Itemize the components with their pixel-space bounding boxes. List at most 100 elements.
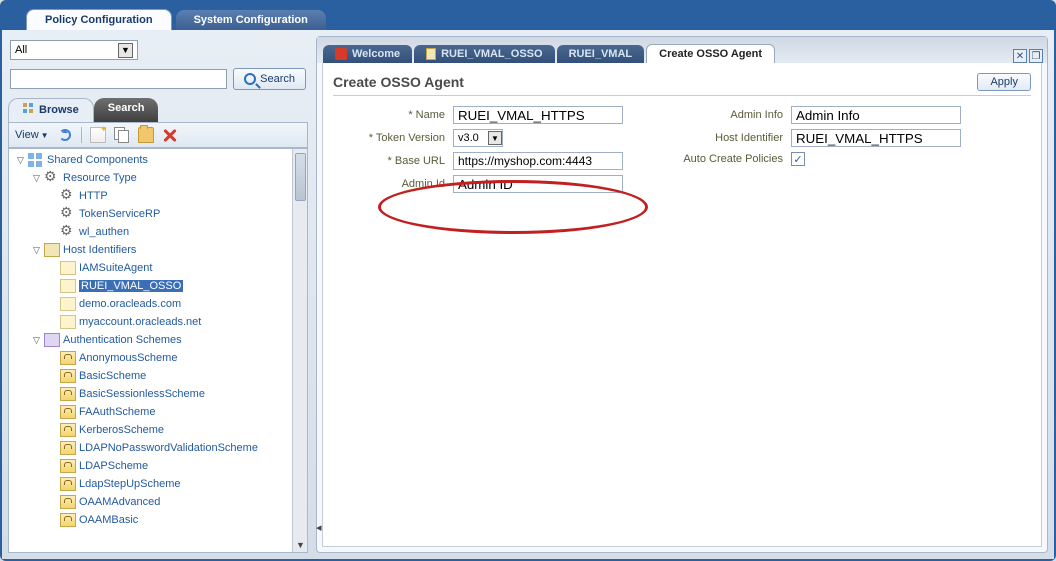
- panel-splitter-icon[interactable]: [316, 521, 326, 541]
- tree-node-resource-type[interactable]: ▽Resource Type: [11, 169, 292, 187]
- tree-node-ldapnopasswordvalidationscheme[interactable]: LDAPNoPasswordValidationScheme: [11, 439, 292, 457]
- view-menu[interactable]: View ▼: [15, 129, 49, 141]
- subtab-browse[interactable]: Browse: [8, 98, 94, 122]
- tree-node-basicsessionlessscheme[interactable]: BasicSessionlessScheme: [11, 385, 292, 403]
- maximize-icon[interactable]: ❐: [1029, 49, 1043, 63]
- open-folder-icon[interactable]: [138, 127, 154, 143]
- browse-toolbar: View ▼: [8, 122, 308, 148]
- auto-create-policies-checkbox[interactable]: ✓: [791, 152, 805, 166]
- auth-icon: [44, 333, 60, 347]
- search-button[interactable]: Search: [233, 68, 306, 90]
- tree-node-faauthscheme[interactable]: FAAuthScheme: [11, 403, 292, 421]
- host-identifier-input[interactable]: [791, 129, 961, 147]
- tab-ruei-vmal-osso[interactable]: RUEI_VMAL_OSSO: [414, 45, 554, 63]
- left-panel: All ▼ Search Browse Search View ▼: [8, 36, 308, 553]
- page-icon: [426, 48, 436, 60]
- scheme-icon: [60, 405, 76, 419]
- tree-node-label: BasicScheme: [79, 370, 146, 382]
- collapse-icon[interactable]: ▽: [15, 155, 26, 166]
- scheme-icon: [60, 513, 76, 527]
- tree-node-demo-oracleads-com[interactable]: demo.oracleads.com: [11, 295, 292, 313]
- leaf-icon: [60, 261, 76, 275]
- scheme-icon: [60, 423, 76, 437]
- tree-container: ▽Shared Components▽Resource Type HTTP Toke…: [8, 148, 308, 553]
- leaf-icon: [60, 297, 76, 311]
- scheme-icon: [60, 477, 76, 491]
- tree-node-tokenservicerp[interactable]: TokenServiceRP: [11, 205, 292, 223]
- tree-node-label: LDAPScheme: [79, 460, 148, 472]
- expand-spacer: [47, 263, 58, 274]
- tab-welcome[interactable]: Welcome: [323, 45, 412, 63]
- top-tabs: Policy Configuration System Configuratio…: [2, 2, 1054, 30]
- tree-node-label: wl_authen: [79, 226, 129, 238]
- expand-spacer: [47, 191, 58, 202]
- scroll-thumb[interactable]: [295, 153, 306, 201]
- delete-icon[interactable]: [162, 127, 178, 143]
- filter-scope-dropdown[interactable]: All ▼: [10, 40, 138, 60]
- refresh-icon[interactable]: [57, 127, 73, 143]
- tree-node-host-identifiers[interactable]: ▽ Host Identifiers: [11, 241, 292, 259]
- expand-spacer: [47, 515, 58, 526]
- tree-node-iamsuiteagent[interactable]: IAMSuiteAgent: [11, 259, 292, 277]
- chevron-down-icon: ▼: [118, 43, 133, 58]
- tree-node-ldapscheme[interactable]: LDAPScheme: [11, 457, 292, 475]
- new-icon[interactable]: [90, 127, 106, 143]
- duplicate-icon[interactable]: [114, 127, 130, 143]
- tree-node-label: myaccount.oracleads.net: [79, 316, 201, 328]
- tab-system-configuration[interactable]: System Configuration: [176, 10, 326, 30]
- tree-node-label: TokenServiceRP: [79, 208, 160, 220]
- tree-node-wl-authen[interactable]: wl_authen: [11, 223, 292, 241]
- expand-spacer: [47, 425, 58, 436]
- tree-node-http[interactable]: HTTP: [11, 187, 292, 205]
- apply-button[interactable]: Apply: [977, 73, 1031, 91]
- tree-node-kerberosscheme[interactable]: KerberosScheme: [11, 421, 292, 439]
- scheme-icon: [60, 459, 76, 473]
- search-icon: [244, 73, 256, 85]
- tree-node-label: OAAMBasic: [79, 514, 138, 526]
- tree-node-myaccount-oracleads-net[interactable]: myaccount.oracleads.net: [11, 313, 292, 331]
- base-url-input[interactable]: [453, 152, 623, 170]
- expand-spacer: [47, 299, 58, 310]
- filter-scope-value: All: [15, 44, 27, 56]
- tree-node-shared-components[interactable]: ▽Shared Components: [11, 151, 292, 169]
- collapse-icon[interactable]: ▽: [31, 173, 42, 184]
- scroll-down-icon[interactable]: ▼: [293, 537, 308, 552]
- collapse-icon[interactable]: ▽: [31, 245, 42, 256]
- expand-spacer: [47, 209, 58, 220]
- tree-node-label: FAAuthScheme: [79, 406, 155, 418]
- tab-ruei-vmal[interactable]: RUEI_VMAL: [557, 45, 645, 63]
- tab-policy-configuration[interactable]: Policy Configuration: [26, 9, 172, 30]
- search-button-label: Search: [260, 73, 295, 85]
- expand-spacer: [47, 461, 58, 472]
- subtab-search[interactable]: Search: [94, 98, 159, 122]
- tree-node-basicscheme[interactable]: BasicScheme: [11, 367, 292, 385]
- tree-node-label: BasicSessionlessScheme: [79, 388, 205, 400]
- tree-node-label: HTTP: [79, 190, 108, 202]
- gear-icon: [60, 207, 76, 221]
- name-input[interactable]: [453, 106, 623, 124]
- token-version-label: Token Version: [376, 132, 445, 144]
- oracle-icon: [335, 48, 347, 60]
- scheme-icon: [60, 351, 76, 365]
- tree-node-label: Host Identifiers: [63, 244, 136, 256]
- collapse-icon[interactable]: ▽: [31, 335, 42, 346]
- search-input[interactable]: [10, 69, 227, 89]
- tree-node-anonymousscheme[interactable]: AnonymousScheme: [11, 349, 292, 367]
- tree-node-label: LDAPNoPasswordValidationScheme: [79, 442, 258, 454]
- token-version-select[interactable]: v3.0 ▼: [453, 129, 503, 147]
- tree-node-oaamadvanced[interactable]: OAAMAdvanced: [11, 493, 292, 511]
- scheme-icon: [60, 369, 76, 383]
- close-tab-icon[interactable]: ✕: [1013, 49, 1027, 63]
- admin-id-input[interactable]: [453, 175, 623, 193]
- tab-create-osso-agent[interactable]: Create OSSO Agent: [646, 44, 775, 63]
- tree-scrollbar[interactable]: ▲ ▼: [292, 149, 307, 552]
- expand-spacer: [47, 443, 58, 454]
- admin-info-input[interactable]: [791, 106, 961, 124]
- tree-node-ldapstepupscheme[interactable]: LdapStepUpScheme: [11, 475, 292, 493]
- tree-node-oaambasic[interactable]: OAAMBasic: [11, 511, 292, 529]
- gear-icon: [60, 189, 76, 203]
- expand-spacer: [47, 317, 58, 328]
- tree-node-authentication-schemes[interactable]: ▽Authentication Schemes: [11, 331, 292, 349]
- gear-icon: [44, 171, 60, 185]
- tree-node-ruei-vmal-osso[interactable]: RUEI_VMAL_OSSO: [11, 277, 292, 295]
